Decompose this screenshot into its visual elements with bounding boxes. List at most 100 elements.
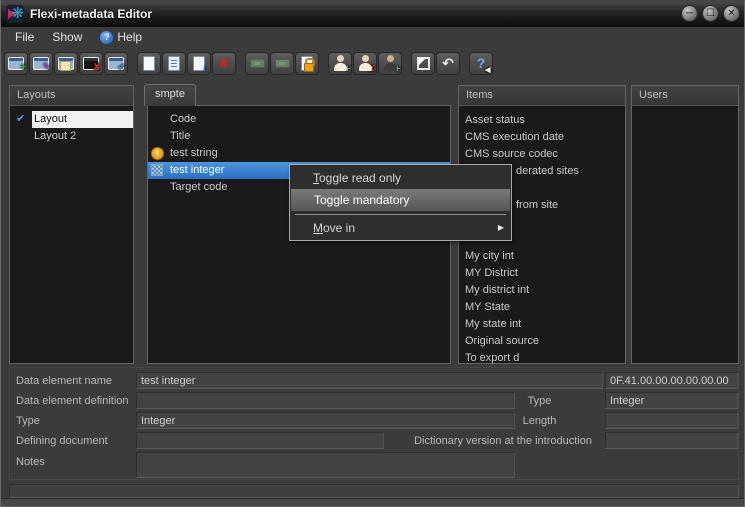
selection-icon [417,57,430,70]
validate-layout-icon: ✔ [108,57,124,70]
layout-item-layout-2[interactable]: Layout 2 [10,128,133,145]
lock-element-icon [301,56,313,71]
users-list [632,106,738,112]
items-list-item-to-export-d[interactable]: To export d [459,350,625,367]
minimize-button[interactable]: ─ [681,5,698,22]
export-element-button[interactable]: ↓ [187,52,211,75]
tree-item-label: test integer [170,164,224,176]
data-element-hex-field[interactable] [605,372,738,389]
app-logo-icon: ❋ [6,5,24,23]
add-layout-icon-badge: + [20,63,26,73]
menu-bar: File Show ?Help [1,27,744,47]
context-menu-item-label: Toggle read only [313,171,401,185]
defining-document-label: Defining document [16,435,108,447]
validate-layout-button[interactable]: ✔ [104,52,128,75]
items-list-item-my-district-int[interactable]: My district int [459,282,625,299]
items-list-item-original-source[interactable]: Original source [459,333,625,350]
type-right-label: Type [492,395,587,407]
tree-item-label: test string [170,147,218,159]
items-list-item-asset-status[interactable]: Asset status [459,112,625,129]
context-menu-item-toggle-mandatory[interactable]: Toggle mandatory [291,189,510,211]
dictionary-version-label: Dictionary version at the introduction [332,435,592,447]
tree-item-test-string[interactable]: !test string [148,145,450,162]
users-panel-header: Users [632,86,738,106]
menu-show[interactable]: Show [44,28,90,46]
check-icon: ✔ [16,111,25,128]
items-list-item-my-state-int[interactable]: My state int [459,316,625,333]
add-user-icon: + [333,55,348,71]
data-element-definition-field[interactable] [136,392,515,409]
items-list-item-cms-execution-date[interactable]: CMS execution date [459,129,625,146]
maximize-button[interactable]: ☐ [702,5,719,22]
layouts-panel: Layouts ✔LayoutLayout 2 [9,85,134,364]
context-menu-item-toggle-read-only[interactable]: Toggle read only [290,167,511,189]
delete-layout-icon-badge: ✘ [93,63,101,73]
layout-item-layout[interactable]: ✔Layout [10,111,133,128]
add-group-icon-badge: + [395,65,401,75]
delete-layout-icon: ✘ [83,57,99,70]
context-help-button[interactable]: ?◄ [469,52,493,75]
tree-item-label: Title [170,130,190,142]
selection-button[interactable] [411,52,435,75]
new-element-icon [143,56,155,71]
add-user-button[interactable]: + [328,52,352,75]
metadata-form: Data element name Data element definitio… [9,367,739,480]
users-panel: Users [631,85,739,364]
notes-field[interactable] [136,452,515,478]
delete-layout-button[interactable]: ✘ [79,52,103,75]
type-right-field[interactable] [605,392,738,409]
help-circle-icon: ? [100,31,113,44]
menu-help[interactable]: ?Help [92,28,150,46]
layouts-list: ✔LayoutLayout 2 [10,106,133,145]
window-controls: ─☐✕ [681,5,740,22]
items-list-item-cms-source-codec[interactable]: CMS source codec [459,146,625,163]
link-item-button[interactable] [245,52,269,75]
validate-layout-icon-badge: ✔ [118,63,126,73]
layouts-panel-header: Layouts [10,86,133,106]
undo-icon: ↶ [440,55,457,72]
tab-smpte[interactable]: smpte [144,84,196,106]
undo-button[interactable]: ↶ [436,52,460,75]
submenu-arrow-icon: ▶ [498,217,504,239]
dictionary-version-field[interactable] [605,432,738,449]
items-list-item-my-city-int[interactable]: My city int [459,248,625,265]
menu-show-label: Show [52,30,82,44]
items-list-item-my-state[interactable]: MY State [459,299,625,316]
export-element-icon: ↓ [193,56,205,71]
menu-file[interactable]: File [7,28,42,46]
menu-file-label: File [15,30,34,44]
remove-user-button[interactable]: ✘ [353,52,377,75]
element-properties-button[interactable] [162,52,186,75]
data-element-name-field[interactable] [136,372,603,389]
unlink-item-icon [275,59,290,68]
context-menu-item-move-in[interactable]: Move in▶ [290,217,511,239]
new-element-button[interactable] [137,52,161,75]
element-properties-icon [168,56,180,71]
export-element-icon-badge: ↓ [202,64,207,74]
tree-item-label: Target code [170,181,227,193]
data-element-name-label: Data element name [16,375,112,387]
data-element-definition-label: Data element definition [16,395,129,407]
copy-layout-button[interactable] [54,52,78,75]
add-layout-button[interactable]: + [4,52,28,75]
add-group-button[interactable]: + [378,52,402,75]
tree-item-title[interactable]: Title [148,128,450,145]
delete-element-button[interactable]: ✘ [212,52,236,75]
edit-layout-icon-badge: ✎ [43,63,51,73]
toolbar-group [245,52,319,75]
toolbar-group: ?◄ [469,52,493,75]
tree-item-code[interactable]: Code [148,111,450,128]
lock-element-button[interactable] [295,52,319,75]
mandatory-pattern-icon [151,164,163,176]
type-field[interactable] [136,412,515,429]
notes-label: Notes [16,456,45,468]
length-field[interactable] [605,412,738,429]
close-button[interactable]: ✕ [723,5,740,22]
edit-layout-button[interactable]: ✎ [29,52,53,75]
toolbar: + ✎ ✘ ✔ ↓ ✘ + ✘ + ↶ ?◄ [1,47,744,79]
items-list-item-my-district[interactable]: MY District [459,265,625,282]
context-menu: Toggle read only Toggle mandatory Move in▶ [289,164,512,241]
delete-element-icon: ✘ [216,55,233,72]
unlink-item-button[interactable] [270,52,294,75]
layout-item-label: Layout 2 [32,128,133,145]
